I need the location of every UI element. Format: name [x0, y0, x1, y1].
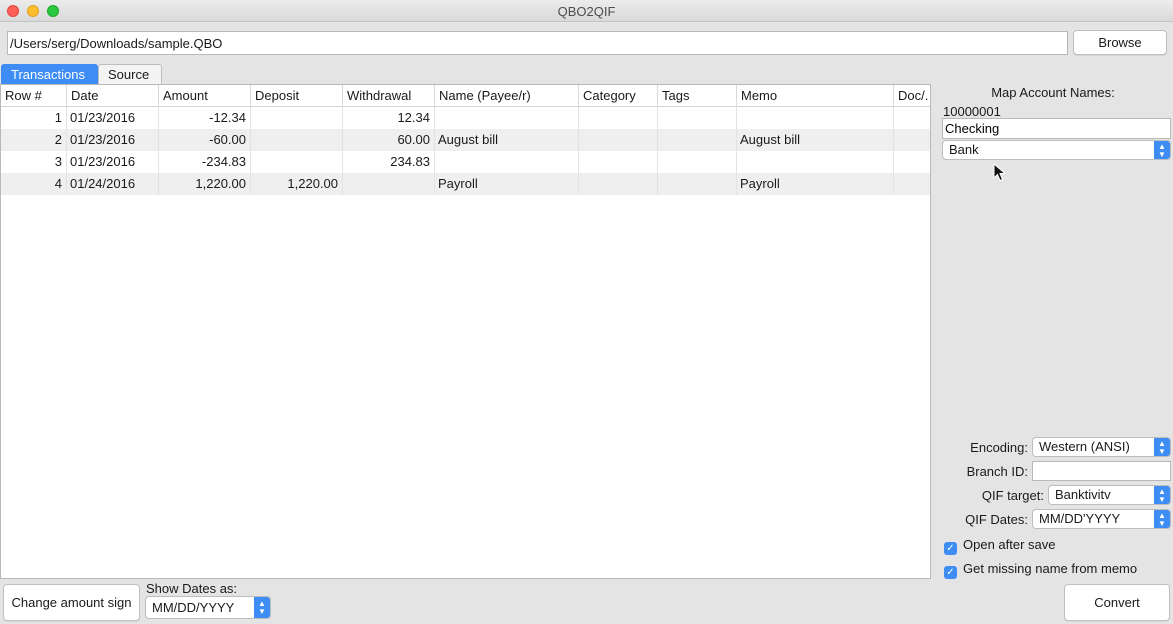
mouse-pointer-icon	[993, 163, 1007, 182]
title-bar: QBO2QIF	[0, 0, 1173, 22]
open-after-save-label: Open after save	[963, 537, 1056, 552]
cell-deposit	[251, 129, 343, 151]
cell-name: August bill	[435, 129, 579, 151]
column-header-name[interactable]: Name (Payee/r)	[435, 85, 579, 107]
table-row[interactable]: 1 01/23/2016 -12.34 12.34	[1, 107, 930, 129]
show-dates-value: MM/DD/YYYY	[152, 600, 235, 615]
encoding-value: Western (ANSI)	[1039, 439, 1130, 454]
branch-id-input[interactable]	[1032, 461, 1171, 481]
cell-deposit: 1,220.00	[251, 173, 343, 195]
column-header-doc[interactable]: Doc/.	[894, 85, 930, 107]
encoding-label: Encoding:	[970, 440, 1028, 455]
open-after-save-checkbox[interactable]: ✓ Open after save	[944, 537, 1056, 555]
qif-target-label: QIF target:	[981, 488, 1044, 503]
cell-tags	[658, 173, 737, 195]
cell-row: 1	[1, 107, 67, 129]
column-header-memo[interactable]: Memo	[737, 85, 894, 107]
account-type-value: Bank	[949, 142, 979, 157]
account-name-input[interactable]	[942, 118, 1171, 139]
cell-withdrawal: 60.00	[343, 129, 435, 151]
tab-transactions[interactable]: Transactions	[1, 64, 98, 84]
file-path-input[interactable]	[7, 31, 1068, 55]
change-amount-sign-button[interactable]: Change amount sign	[3, 584, 140, 621]
cell-doc	[894, 151, 930, 173]
convert-button[interactable]: Convert	[1064, 584, 1170, 621]
cell-withdrawal: 234.83	[343, 151, 435, 173]
cell-amount: -12.34	[159, 107, 251, 129]
cell-date: 01/23/2016	[67, 107, 159, 129]
table-row[interactable]: 4 01/24/2016 1,220.00 1,220.00 Payroll P…	[1, 173, 930, 195]
cell-row: 2	[1, 129, 67, 151]
transactions-table[interactable]: Row # Date Amount Deposit Withdrawal Nam…	[0, 84, 931, 579]
checkmark-icon: ✓	[944, 566, 957, 579]
select-arrows-icon: ▲ ▼	[1154, 486, 1170, 504]
cell-withdrawal	[343, 173, 435, 195]
cell-memo	[737, 107, 894, 129]
show-dates-select[interactable]: MM/DD/YYYY ▲ ▼	[145, 596, 271, 619]
cell-withdrawal: 12.34	[343, 107, 435, 129]
qif-dates-select[interactable]: MM/DD'YYYY ▲ ▼	[1032, 509, 1171, 529]
get-missing-name-label: Get missing name from memo	[963, 561, 1138, 576]
tab-source[interactable]: Source	[98, 64, 162, 84]
qif-dates-value: MM/DD'YYYY	[1039, 511, 1121, 526]
cell-date: 01/23/2016	[67, 129, 159, 151]
cell-name	[435, 151, 579, 173]
cell-date: 01/24/2016	[67, 173, 159, 195]
branch-id-label: Branch ID:	[966, 464, 1028, 479]
cell-doc	[894, 129, 930, 151]
cell-amount: -234.83	[159, 151, 251, 173]
get-missing-name-checkbox[interactable]: ✓ Get missing name from memo	[944, 561, 1137, 579]
map-account-names-title: Map Account Names:	[991, 85, 1115, 100]
browse-button[interactable]: Browse	[1073, 30, 1167, 55]
select-arrows-icon: ▲ ▼	[1154, 141, 1170, 159]
cell-category	[579, 173, 658, 195]
cell-category	[579, 151, 658, 173]
cell-deposit	[251, 107, 343, 129]
qif-dates-label: QIF Dates:	[965, 512, 1028, 527]
column-header-date[interactable]: Date	[67, 85, 159, 107]
cell-deposit	[251, 151, 343, 173]
checkmark-icon: ✓	[944, 542, 957, 555]
column-header-withdrawal[interactable]: Withdrawal	[343, 85, 435, 107]
table-row[interactable]: 2 01/23/2016 -60.00 60.00 August bill Au…	[1, 129, 930, 151]
cell-name: Payroll	[435, 173, 579, 195]
cell-doc	[894, 173, 930, 195]
cell-row: 4	[1, 173, 67, 195]
cell-amount: 1,220.00	[159, 173, 251, 195]
cell-memo: Payroll	[737, 173, 894, 195]
cell-category	[579, 129, 658, 151]
column-header-row[interactable]: Row #	[1, 85, 67, 107]
cell-tags	[658, 151, 737, 173]
column-header-deposit[interactable]: Deposit	[251, 85, 343, 107]
cell-amount: -60.00	[159, 129, 251, 151]
column-header-category[interactable]: Category	[579, 85, 658, 107]
select-arrows-icon: ▲ ▼	[1154, 438, 1170, 456]
column-header-tags[interactable]: Tags	[658, 85, 737, 107]
cell-name	[435, 107, 579, 129]
table-header: Row # Date Amount Deposit Withdrawal Nam…	[1, 85, 930, 107]
cell-category	[579, 107, 658, 129]
cell-tags	[658, 129, 737, 151]
cell-row: 3	[1, 151, 67, 173]
qif-target-value: Banktivitv	[1055, 487, 1111, 502]
cell-memo: August bill	[737, 129, 894, 151]
window-title: QBO2QIF	[557, 4, 616, 19]
select-arrows-icon: ▲ ▼	[1154, 510, 1170, 528]
qif-target-select[interactable]: Banktivitv ▲ ▼	[1048, 485, 1171, 505]
cell-memo	[737, 151, 894, 173]
cell-doc	[894, 107, 930, 129]
encoding-select[interactable]: Western (ANSI) ▲ ▼	[1032, 437, 1171, 457]
account-type-select[interactable]: Bank ▲ ▼	[942, 140, 1171, 160]
select-arrows-icon: ▲ ▼	[254, 597, 270, 618]
show-dates-label: Show Dates as:	[146, 581, 238, 596]
cell-tags	[658, 107, 737, 129]
cell-date: 01/23/2016	[67, 151, 159, 173]
account-id: 10000001	[943, 104, 1001, 119]
table-row[interactable]: 3 01/23/2016 -234.83 234.83	[1, 151, 930, 173]
column-header-amount[interactable]: Amount	[159, 85, 251, 107]
